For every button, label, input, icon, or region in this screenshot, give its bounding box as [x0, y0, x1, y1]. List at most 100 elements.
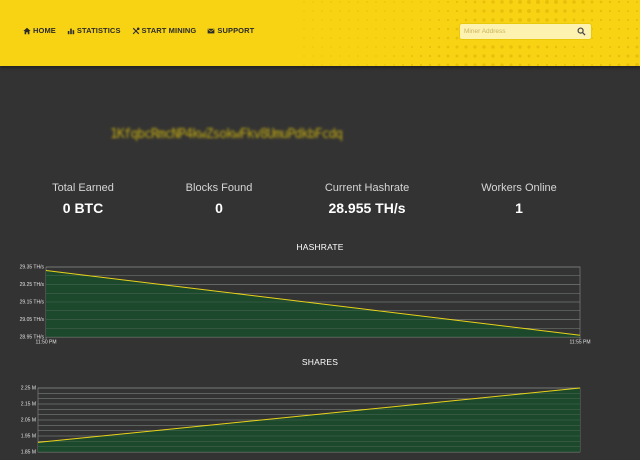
nav-home[interactable]: HOME — [23, 26, 56, 35]
header-dot — [626, 0, 630, 4]
header-dot — [527, 63, 531, 66]
header-dot — [455, 27, 459, 31]
header-dot — [554, 45, 558, 49]
header-dot — [455, 18, 459, 22]
header-dot — [429, 28, 431, 30]
header-dot — [591, 46, 593, 48]
header-dot — [482, 54, 486, 58]
header-dot — [446, 45, 450, 49]
header-dot — [618, 19, 620, 21]
nav-support[interactable]: SUPPORT — [207, 26, 254, 35]
tools-icon — [132, 26, 140, 34]
header-dot — [420, 37, 422, 39]
header-dot — [303, 46, 305, 48]
nav-statistics[interactable]: STATISTICS — [67, 26, 121, 35]
header-dot — [491, 9, 495, 13]
header-dot — [384, 1, 386, 3]
nav-start-mining[interactable]: START MINING — [132, 26, 197, 35]
header-dot — [600, 46, 602, 48]
header-dot — [518, 18, 522, 22]
header-dot — [455, 45, 459, 49]
header-dot — [303, 28, 305, 30]
header-dot — [393, 55, 395, 57]
header-dot — [330, 10, 332, 12]
header-dot — [402, 37, 404, 39]
shares-chart-title: SHARES — [301, 357, 339, 367]
stat-current-hashrate: Current Hashrate 28.955 TH/s — [297, 182, 437, 216]
search-icon[interactable] — [577, 27, 586, 36]
header-dot — [455, 63, 459, 66]
header-dot — [348, 19, 350, 21]
header-dot — [393, 28, 395, 30]
header-dot — [482, 9, 486, 13]
header-dot — [384, 64, 386, 66]
header-dot — [393, 46, 395, 48]
header-dot — [518, 9, 522, 13]
header-dot — [564, 64, 566, 66]
header-dot — [536, 9, 540, 13]
header-dot — [526, 0, 532, 5]
header-dot — [321, 28, 323, 30]
header-dot — [420, 1, 422, 3]
header-dot — [348, 55, 350, 57]
header-dot — [599, 63, 603, 66]
header-dot — [384, 37, 386, 39]
hashrate-chart: 29.35 TH/s 29.25 TH/s 29.15 TH/s 29.05 TH/s… — [20, 265, 591, 346]
header-dot — [357, 19, 359, 21]
header-dot — [599, 0, 603, 4]
header-dot — [590, 0, 594, 4]
header-dot — [375, 55, 377, 57]
header-dot — [321, 46, 323, 48]
header-dot — [473, 63, 477, 66]
header-dot — [582, 64, 584, 66]
header-dot — [437, 27, 441, 31]
header-dot — [303, 1, 305, 3]
header-dot — [446, 54, 450, 58]
header-dot — [348, 1, 350, 3]
header-dot — [330, 55, 332, 57]
stat-value: 0 — [215, 200, 223, 216]
header-dot — [375, 1, 377, 3]
header-dot — [482, 63, 486, 66]
header-dot — [626, 54, 630, 58]
header-dot — [491, 18, 495, 22]
header-dot — [464, 18, 468, 22]
header-dot — [563, 9, 567, 13]
header-dot — [366, 64, 368, 66]
header-dot — [437, 45, 441, 49]
header-dot — [473, 54, 477, 58]
header-dot — [437, 36, 441, 40]
header-dot — [527, 18, 531, 22]
header-dot — [563, 54, 567, 58]
header-dot — [464, 9, 468, 13]
header-dot — [608, 63, 612, 66]
header-dot — [339, 28, 341, 30]
miner-address-input[interactable] — [464, 24, 574, 39]
header-dot — [339, 19, 341, 21]
header-dot — [455, 36, 459, 40]
header-dot — [573, 55, 575, 57]
y-tick-label: 29.35 TH/s — [20, 265, 45, 271]
header-dot — [402, 64, 404, 66]
header-dot — [464, 63, 468, 66]
y-tick-label: 29.25 TH/s — [20, 282, 45, 288]
header-dot — [536, 63, 540, 66]
header-dot — [339, 46, 341, 48]
header-dot — [509, 63, 513, 66]
search-box — [459, 23, 592, 40]
header-dot — [491, 54, 495, 58]
header-dot — [312, 10, 314, 12]
header-dot — [582, 55, 584, 57]
header-dot — [437, 63, 441, 66]
header-dot — [366, 10, 368, 12]
y-tick-label: 29.05 TH/s — [20, 317, 45, 323]
header-dot — [464, 45, 468, 49]
stat-value: 1 — [515, 200, 523, 216]
header-dot — [312, 64, 314, 66]
header-dot — [357, 10, 359, 12]
header-dot — [554, 0, 558, 4]
header-dot — [402, 55, 404, 57]
header-dot — [527, 54, 531, 58]
header-dot — [348, 37, 350, 39]
envelope-icon — [207, 28, 215, 33]
